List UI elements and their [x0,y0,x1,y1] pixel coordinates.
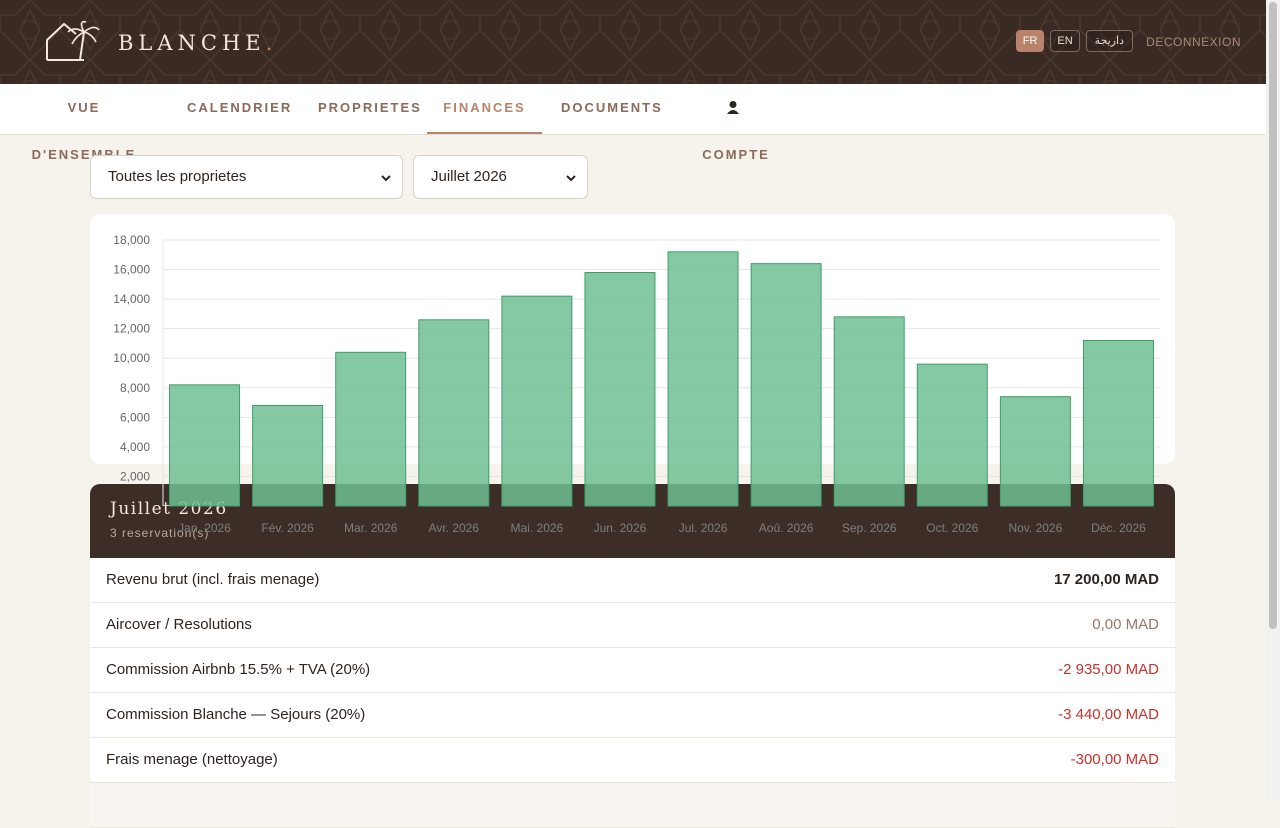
row-amount: -3 440,00 MAD [1058,706,1159,723]
y-tick-label: 2,000 [120,469,150,483]
tab-account-label: COMPTE [702,147,770,162]
x-tick-label: Fév. 2026 [261,521,314,535]
chart-bars [169,251,1154,507]
lang-darija-button[interactable]: داريجة [1085,30,1133,52]
finance-row: Revenu brut (incl. frais menage) 17 200,… [90,558,1175,603]
finance-row-partial [90,783,1175,828]
chart-bar[interactable] [169,384,241,507]
x-tick-label: Mai. 2026 [511,521,564,535]
chart-bar[interactable] [335,351,407,507]
chart-bar[interactable] [916,363,988,507]
property-select-value: Toutes les proprietes [108,168,247,185]
y-tick-label: 18,000 [113,233,150,247]
chevron-down-icon [566,175,576,182]
brand-logo[interactable]: BLANCHE. [44,20,277,64]
chart-bar[interactable] [999,396,1071,507]
scrollbar-thumb[interactable] [1269,2,1277,629]
property-select[interactable]: Toutes les proprietes [90,155,403,199]
finance-row: Frais menage (nettoyage) -300,00 MAD [90,738,1175,783]
y-tick-label: 4,000 [120,440,150,454]
chart-bar[interactable] [1082,339,1154,507]
chart-bar[interactable] [418,319,490,507]
main-nav: VUE D'ENSEMBLE CALENDRIER PROPRIETES FIN… [0,84,1266,162]
tab-calendar[interactable]: CALENDRIER [187,84,290,134]
x-tick-label: Avr. 2026 [429,521,480,535]
x-tick-label: Jan. 2026 [178,521,231,535]
x-tick-label: Nov. 2026 [1008,521,1062,535]
logout-link[interactable]: DECONNEXION [1146,35,1241,49]
y-axis-ticks: 2,000 4,000 6,000 8,000 10,000 12,000 14,000 16… [113,233,150,483]
y-tick-label: 6,000 [120,410,150,424]
tab-documents[interactable]: DOCUMENTS [561,84,661,134]
x-tick-label: Déc. 2026 [1091,521,1146,535]
y-tick-label: 14,000 [113,292,150,306]
row-label: Commission Airbnb 15.5% + TVA (20%) [106,661,371,678]
x-tick-label: Jun. 2026 [594,521,647,535]
month-select-value: Juillet 2026 [431,168,507,185]
top-header: BLANCHE. FR EN داريجة DECONNEXION [0,0,1266,84]
row-amount: 0,00 MAD [1092,616,1159,633]
chart-bar[interactable] [667,251,739,507]
row-label: Frais menage (nettoyage) [106,751,278,768]
finance-row: Aircover / Resolutions 0,00 MAD [90,603,1175,648]
language-switcher: FR EN داريجة [1015,30,1133,52]
tab-account[interactable]: COMPTE [694,84,778,162]
page-scrollbar[interactable] [1266,0,1280,800]
house-palm-icon [46,20,100,61]
month-select[interactable]: Juillet 2026 [413,155,588,199]
finance-row: Commission Airbnb 15.5% + TVA (20%) -2 9… [90,648,1175,693]
row-amount: -300,00 MAD [1070,751,1159,768]
x-tick-label: Sep. 2026 [842,521,897,535]
chart-bar[interactable] [252,405,324,507]
finance-breakdown: Revenu brut (incl. frais menage) 17 200,… [90,558,1175,828]
y-tick-label: 12,000 [113,322,150,336]
chart-bar[interactable] [750,263,822,507]
chart-bar[interactable] [501,295,573,507]
tab-overview[interactable]: VUE D'ENSEMBLE [20,84,148,162]
x-tick-label: Jul. 2026 [679,521,728,535]
chart-bar[interactable] [833,316,905,507]
row-label: Revenu brut (incl. frais menage) [106,571,320,588]
revenue-chart: 2,000 4,000 6,000 8,000 10,000 12,000 14,000 16… [113,233,1160,535]
chevron-down-icon [381,175,391,182]
x-tick-label: Oct. 2026 [926,521,978,535]
lang-fr-button[interactable]: FR [1015,30,1045,52]
user-icon [727,101,739,115]
tab-finances[interactable]: FINANCES [427,84,542,134]
tab-properties[interactable]: PROPRIETES [318,84,420,134]
row-amount: -2 935,00 MAD [1058,661,1159,678]
row-label: Aircover / Resolutions [106,616,252,633]
y-tick-label: 16,000 [113,263,150,277]
x-tick-label: Aoû. 2026 [759,521,814,535]
y-tick-label: 8,000 [120,381,150,395]
row-amount: 17 200,00 MAD [1053,571,1159,588]
x-axis-ticks: Jan. 2026 Fév. 2026 Mar. 2026 Avr. 2026 Mai.… [178,521,1146,535]
y-tick-label: 10,000 [113,351,150,365]
chart-bar[interactable] [584,272,656,507]
row-label: Commission Blanche — Sejours (20%) [106,706,366,723]
lang-en-button[interactable]: EN [1050,30,1080,52]
brand-name: BLANCHE [118,31,266,55]
finance-row: Commission Blanche — Sejours (20%) -3 44… [90,693,1175,738]
brand-dot: . [265,31,278,55]
x-tick-label: Mar. 2026 [344,521,398,535]
